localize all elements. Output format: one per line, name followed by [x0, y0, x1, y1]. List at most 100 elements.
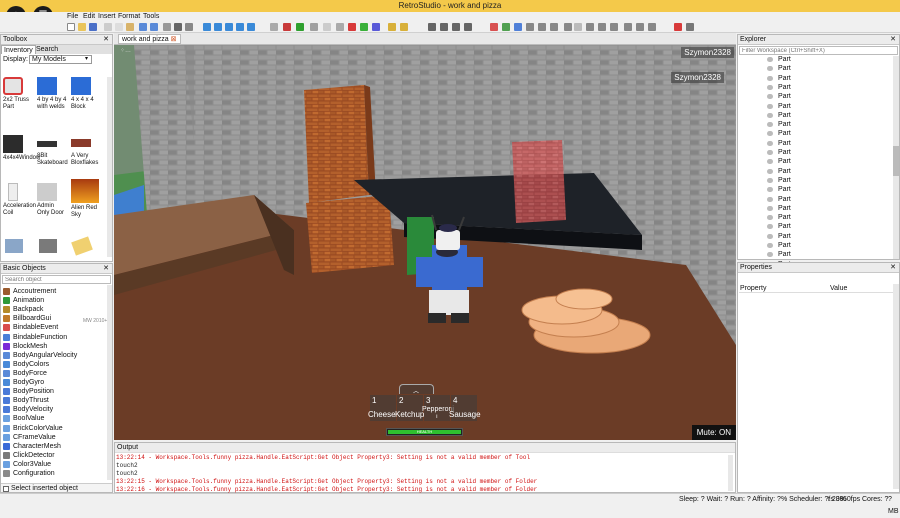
light-icon[interactable] — [388, 23, 396, 31]
explorer-item-part[interactable]: Part — [767, 111, 791, 120]
menu-file[interactable]: File — [67, 13, 78, 20]
screenshot-icon[interactable] — [686, 23, 694, 31]
rotate-icon[interactable] — [452, 23, 460, 31]
weld-icon[interactable] — [610, 23, 618, 31]
camera-zoom-icon[interactable] — [225, 23, 233, 31]
hotbar-slot-4[interactable]: 4 Sausage — [449, 395, 481, 421]
explorer-scroll-thumb[interactable] — [893, 146, 899, 176]
object-list-item[interactable]: Color3Value — [1, 460, 111, 469]
display-select[interactable]: My Models — [29, 55, 92, 64]
camera-tilt-icon[interactable] — [236, 23, 244, 31]
explorer-item-part[interactable]: Part — [767, 120, 791, 129]
explorer-item-part[interactable]: Part — [767, 195, 791, 204]
search-object-input[interactable] — [2, 275, 111, 284]
chevron-down-icon[interactable]: ▾ — [85, 55, 88, 62]
explorer-item-part[interactable]: Part — [767, 250, 791, 259]
object-list-item[interactable]: BodyPosition — [1, 387, 111, 396]
publish-icon[interactable] — [372, 23, 380, 31]
explorer-item-part[interactable]: Part — [767, 241, 791, 250]
cut-icon[interactable] — [104, 23, 112, 31]
object-list-item[interactable]: BodyForce — [1, 369, 111, 378]
explorer-item-part[interactable]: Part — [767, 64, 791, 73]
mute-toggle[interactable]: Mute: ON — [691, 425, 736, 440]
hotbar-slot-2[interactable]: 2 Ketchup — [395, 395, 424, 421]
color-icon[interactable] — [514, 23, 522, 31]
explorer-item-part[interactable]: Part — [767, 139, 791, 148]
object-list-item[interactable]: BoolValue — [1, 414, 111, 423]
object-list-item[interactable]: Accoutrement — [1, 287, 111, 296]
document-tab[interactable]: work and pizza ⊠ — [118, 34, 181, 44]
object-list-item[interactable]: BodyThrust — [1, 396, 111, 405]
object-list-item[interactable]: BindableEvent — [1, 323, 111, 332]
menu-edit[interactable]: Edit — [83, 13, 95, 20]
camera-pan-icon[interactable] — [214, 23, 222, 31]
undo-icon[interactable] — [139, 23, 147, 31]
ungroup-icon[interactable] — [538, 23, 546, 31]
explorer-item-part[interactable]: Part — [767, 74, 791, 83]
select-inserted-checkbox[interactable] — [3, 486, 9, 492]
explorer-item-part[interactable]: Part — [767, 204, 791, 213]
drag-icon[interactable] — [440, 23, 448, 31]
surface-icon[interactable] — [586, 23, 594, 31]
explorer-item-part[interactable]: Part — [767, 157, 791, 166]
explorer-item-part[interactable]: Part — [767, 148, 791, 157]
toolbox-item[interactable]: 4x4x4Window — [3, 133, 40, 162]
tab-search[interactable]: Search — [34, 45, 60, 54]
explorer-item-part[interactable]: Part — [767, 176, 791, 185]
explorer-scrollbar[interactable] — [893, 56, 899, 259]
explorer-item-part[interactable]: Part — [767, 102, 791, 111]
explorer-item-part[interactable]: Part — [767, 232, 791, 241]
pause-icon[interactable] — [323, 23, 331, 31]
toolbox-scrollbar[interactable] — [107, 77, 112, 257]
camera-orbit-icon[interactable] — [247, 23, 255, 31]
new-file-icon[interactable] — [67, 23, 75, 31]
anchor-icon[interactable] — [550, 23, 558, 31]
explorer-item-part[interactable]: Part — [767, 83, 791, 92]
camera-icon[interactable] — [203, 23, 211, 31]
explorer-item-part[interactable]: Part — [767, 222, 791, 231]
scale-icon[interactable] — [464, 23, 472, 31]
joint-icon[interactable] — [598, 23, 606, 31]
model-thumbnail[interactable] — [71, 236, 93, 256]
object-list-item[interactable]: Backpack — [1, 305, 111, 314]
group-icon[interactable] — [526, 23, 534, 31]
object-list-item[interactable]: BrickColorValue — [1, 424, 111, 433]
toolbox-item[interactable]: 2x2 Truss Part — [3, 77, 33, 111]
object-list-item[interactable]: Configuration — [1, 469, 111, 478]
workspace-icon[interactable] — [336, 23, 344, 31]
open-folder-icon[interactable] — [78, 23, 86, 31]
hotbar-slot-3[interactable]: 3 Pepperoni ı — [422, 395, 454, 421]
pointer-icon[interactable] — [428, 23, 436, 31]
dropdown-icon[interactable] — [574, 23, 582, 31]
explorer-item-part[interactable]: Part — [767, 185, 791, 194]
object-list-item[interactable]: CharacterMesh — [1, 442, 111, 451]
game-viewport[interactable]: ⁘… Szymon2328 Szymon2328 Mute: ON ︿ 1 Che… — [114, 45, 736, 440]
explorer-filter-input[interactable] — [739, 46, 898, 55]
close-icon[interactable]: ⊠ — [171, 36, 177, 43]
output-scrollbar[interactable] — [728, 455, 733, 491]
lock-icon[interactable] — [163, 23, 171, 31]
resize-icon[interactable] — [185, 23, 193, 31]
object-list-item[interactable]: BlockMesh — [1, 342, 111, 351]
object-list-item[interactable]: CFrameValue — [1, 433, 111, 442]
menu-tools[interactable]: Tools — [143, 13, 159, 20]
properties-scrollbar[interactable] — [893, 284, 899, 489]
redo-icon[interactable] — [150, 23, 158, 31]
toolbox-item[interactable]: 8Bit Skateboard — [37, 133, 68, 167]
save-icon[interactable] — [89, 23, 97, 31]
object-list-item[interactable]: BodyVelocity — [1, 405, 111, 414]
toolbox-item[interactable]: Acceleration Coil — [3, 183, 36, 217]
toolbox-item[interactable]: 4 x 4 x 4 Block — [71, 77, 101, 111]
settings-icon[interactable] — [648, 23, 656, 31]
toolbox-item[interactable]: Admin Only Door — [37, 183, 67, 217]
explorer-item-part[interactable]: Part — [767, 167, 791, 176]
part-icon[interactable] — [490, 23, 498, 31]
sun-icon[interactable] — [400, 23, 408, 31]
close-icon[interactable]: ✕ — [890, 263, 896, 273]
hotbar-slot-1[interactable]: 1 Cheese — [368, 395, 396, 421]
menu-format[interactable]: Format — [118, 13, 140, 20]
run-icon[interactable] — [348, 23, 356, 31]
close-icon[interactable]: ✕ — [890, 35, 896, 45]
toolbox-item[interactable]: Alien Red Sky — [71, 179, 101, 219]
grid-icon[interactable] — [270, 23, 278, 31]
